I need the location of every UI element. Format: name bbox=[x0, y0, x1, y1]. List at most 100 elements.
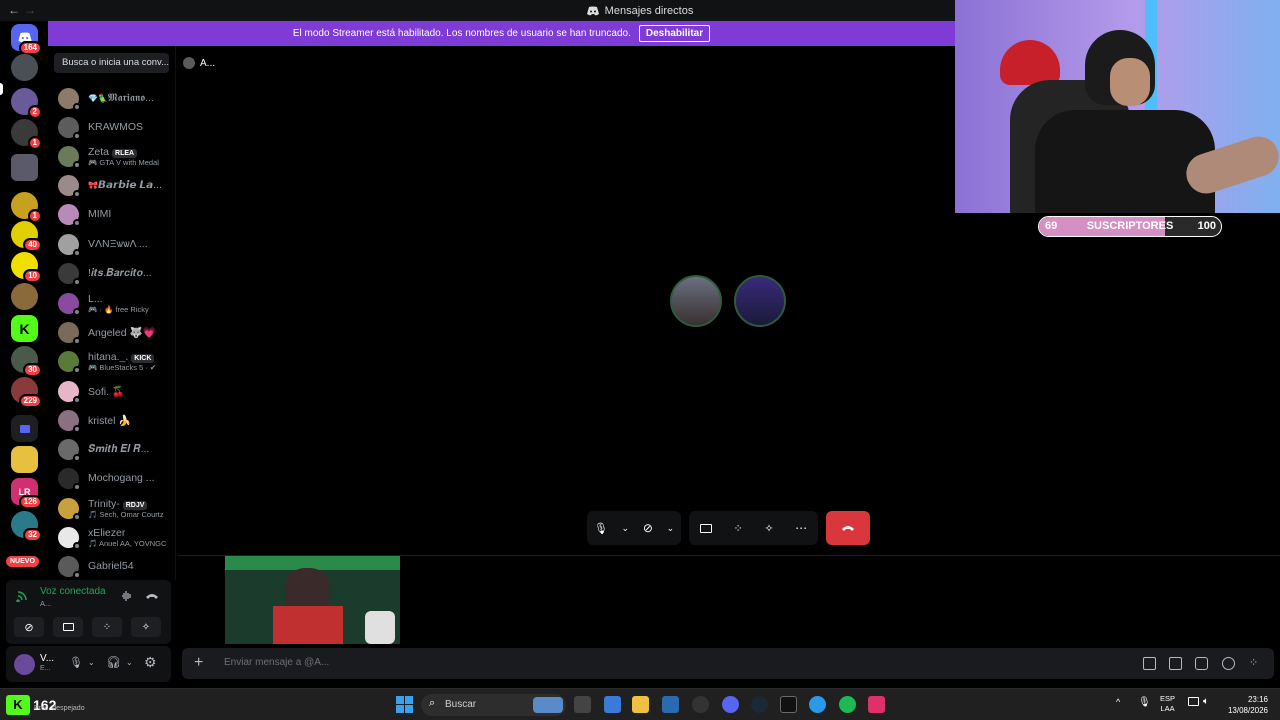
back-arrow-icon[interactable]: ← bbox=[8, 3, 20, 17]
home-button[interactable]: 164 bbox=[11, 24, 42, 55]
chevron-up-icon[interactable]: ^ bbox=[1116, 697, 1120, 707]
camera-off-button[interactable]: ⊘ bbox=[14, 617, 44, 637]
dm-row[interactable]: L... 🎮 · 🔥 free Ricky bbox=[58, 290, 173, 316]
microphone-icon[interactable]: 🎙︎ bbox=[69, 656, 83, 669]
camera-off-icon[interactable]: ⊘ bbox=[643, 521, 653, 535]
dm-name: VΛNΞѡѡΛ ... bbox=[88, 238, 148, 250]
message-bar: + Enviar mensaje a @A... ⁘ bbox=[182, 648, 1274, 679]
screen-share-icon[interactable] bbox=[699, 523, 712, 533]
participant-avatar[interactable] bbox=[734, 275, 786, 327]
app-icon[interactable] bbox=[780, 696, 797, 713]
dm-name: !𝒊𝒕𝒔.𝑩𝒂𝒓𝒄𝒊𝒕𝒐... bbox=[88, 266, 152, 279]
chevron-down-icon[interactable]: ⌄ bbox=[126, 658, 133, 667]
server-icon[interactable]: 10 bbox=[11, 252, 42, 283]
language-indicator[interactable]: ESP LAA bbox=[1160, 694, 1175, 714]
speaker-icon[interactable]: 🔈︎ bbox=[1203, 696, 1209, 707]
dm-row[interactable]: Angeled 🐺💗 bbox=[58, 319, 173, 345]
microphone-icon[interactable]: 🎙︎ bbox=[594, 522, 608, 535]
server-icon[interactable] bbox=[11, 283, 38, 310]
dm-row[interactable]: Gabriel54 bbox=[58, 553, 173, 579]
dm-row[interactable]: KRAWMOS bbox=[58, 114, 173, 140]
activities-icon[interactable]: ⁘ bbox=[733, 522, 742, 535]
forward-arrow-icon[interactable]: → bbox=[24, 3, 36, 17]
dm-row[interactable]: kristel 🍌 bbox=[58, 407, 173, 433]
dm-row[interactable]: hitana._. KICK 🎮 BlueStacks 5 · ✔ bbox=[58, 348, 173, 374]
emoji-icon[interactable] bbox=[1222, 657, 1235, 670]
server-icon[interactable]: 2 bbox=[11, 88, 42, 119]
dm-row[interactable]: xEliezer 🎵 Anuel AA, YOVNGC bbox=[58, 524, 173, 550]
microphone-icon[interactable]: 🎙︎ bbox=[1138, 697, 1151, 708]
new-badge[interactable]: NUEVO bbox=[6, 556, 39, 567]
dm-row[interactable]: Mochogang ... bbox=[58, 465, 173, 491]
disable-button[interactable]: Deshabilitar bbox=[638, 25, 711, 42]
widgets-icon[interactable] bbox=[604, 696, 621, 713]
server-icon[interactable]: 40 bbox=[11, 221, 42, 252]
headphones-icon[interactable]: 🎧︎ bbox=[106, 655, 121, 669]
add-attachment-icon[interactable]: + bbox=[194, 654, 203, 672]
server-icon[interactable] bbox=[11, 54, 38, 81]
stream-preview[interactable] bbox=[225, 556, 400, 644]
dm-row[interactable]: Trinity- RDJV 🎵 Sech, Omar Courtz bbox=[58, 495, 173, 521]
activities-button[interactable]: ⁘ bbox=[92, 617, 122, 637]
store-icon[interactable] bbox=[662, 696, 679, 713]
dm-row[interactable]: 🎀𝘽𝙖𝙧𝙗𝙞𝙚 𝙇𝙖... bbox=[58, 172, 173, 198]
file-explorer-icon[interactable] bbox=[632, 696, 649, 713]
message-input[interactable]: Enviar mensaje a @A... bbox=[224, 657, 329, 668]
chevron-down-icon[interactable]: ⌄ bbox=[667, 523, 675, 534]
avatar[interactable] bbox=[14, 654, 35, 675]
server-icon[interactable] bbox=[11, 154, 38, 181]
gif-icon[interactable] bbox=[1169, 657, 1182, 670]
phone-hangup-icon bbox=[842, 526, 854, 531]
tiktok-icon[interactable] bbox=[868, 696, 885, 713]
voice-connected-panel: Voz conectada A... ⊘ ⁘ ✧ bbox=[6, 580, 171, 644]
soundboard-icon[interactable]: ✧ bbox=[764, 522, 773, 535]
kick-server-icon[interactable]: K bbox=[11, 315, 38, 342]
taskbar-search[interactable]: ⌕ Buscar bbox=[421, 694, 566, 716]
hangup-button[interactable] bbox=[826, 511, 870, 545]
edge-icon[interactable] bbox=[809, 696, 826, 713]
server-icon[interactable] bbox=[11, 446, 38, 473]
server-icon[interactable]: LR 126 bbox=[11, 478, 42, 509]
windows-start-icon[interactable] bbox=[396, 696, 413, 713]
dm-row[interactable]: VΛNΞѡѡΛ ... bbox=[58, 231, 173, 257]
status-indicator bbox=[73, 160, 81, 169]
dm-row[interactable]: Zeta RLEA 🎮 GTA V with Medal bbox=[58, 143, 173, 169]
spotify-icon[interactable] bbox=[839, 696, 856, 713]
soundboard-button[interactable]: ✧ bbox=[131, 617, 161, 637]
dm-row[interactable]: MIMI bbox=[58, 201, 173, 227]
screen-share-button[interactable] bbox=[53, 617, 83, 637]
call-title[interactable]: A... bbox=[200, 58, 215, 69]
server-icon[interactable]: 229 bbox=[11, 377, 42, 408]
dm-row[interactable]: Sofi. 🍒 bbox=[58, 378, 173, 404]
discord-taskbar-icon[interactable] bbox=[722, 696, 739, 713]
dm-row[interactable]: 💎🦜𝕸𝖆𝖗𝖎𝖆𝖓𝖔... bbox=[58, 85, 173, 111]
more-icon[interactable]: ⋯ bbox=[795, 521, 807, 535]
apps-icon[interactable]: ⁘ bbox=[1249, 656, 1262, 669]
chevron-down-icon[interactable]: ⌄ bbox=[622, 523, 630, 534]
participant-avatar[interactable] bbox=[670, 275, 722, 327]
task-view-icon[interactable] bbox=[574, 696, 591, 713]
server-icon[interactable]: 1 bbox=[11, 192, 42, 223]
folder-icon[interactable] bbox=[11, 415, 38, 442]
steam-icon[interactable] bbox=[751, 696, 768, 713]
disconnect-icon[interactable] bbox=[145, 590, 159, 602]
call-header: A... bbox=[183, 54, 215, 72]
dm-row[interactable]: 𝑺𝒎𝒊𝒕𝒉 𝑬𝒍 𝑹... bbox=[58, 436, 173, 462]
taskbar-clock[interactable]: 23:16 13/08/2026 bbox=[1224, 694, 1268, 716]
signal-icon[interactable] bbox=[16, 588, 30, 602]
noise-suppression-icon[interactable] bbox=[121, 590, 133, 602]
obs-icon[interactable] bbox=[692, 696, 709, 713]
gear-icon[interactable]: ⚙ bbox=[144, 654, 157, 671]
gift-icon[interactable] bbox=[1143, 657, 1156, 670]
voice-channel[interactable]: A... bbox=[40, 599, 51, 608]
status-indicator bbox=[73, 307, 81, 316]
dm-row[interactable]: !𝒊𝒕𝒔.𝑩𝒂𝒓𝒄𝒊𝒕𝒐... bbox=[58, 260, 173, 286]
display-icon[interactable] bbox=[1188, 697, 1199, 706]
server-icon[interactable]: 1 bbox=[11, 119, 42, 150]
sticker-icon[interactable] bbox=[1195, 657, 1208, 670]
dm-search-input[interactable]: Busca o inicia una conv... bbox=[54, 53, 169, 73]
chevron-down-icon[interactable]: ⌄ bbox=[88, 658, 95, 667]
hoodie-image bbox=[1035, 110, 1215, 213]
server-icon[interactable]: 32 bbox=[11, 511, 42, 542]
server-icon[interactable]: 30 bbox=[11, 346, 42, 377]
